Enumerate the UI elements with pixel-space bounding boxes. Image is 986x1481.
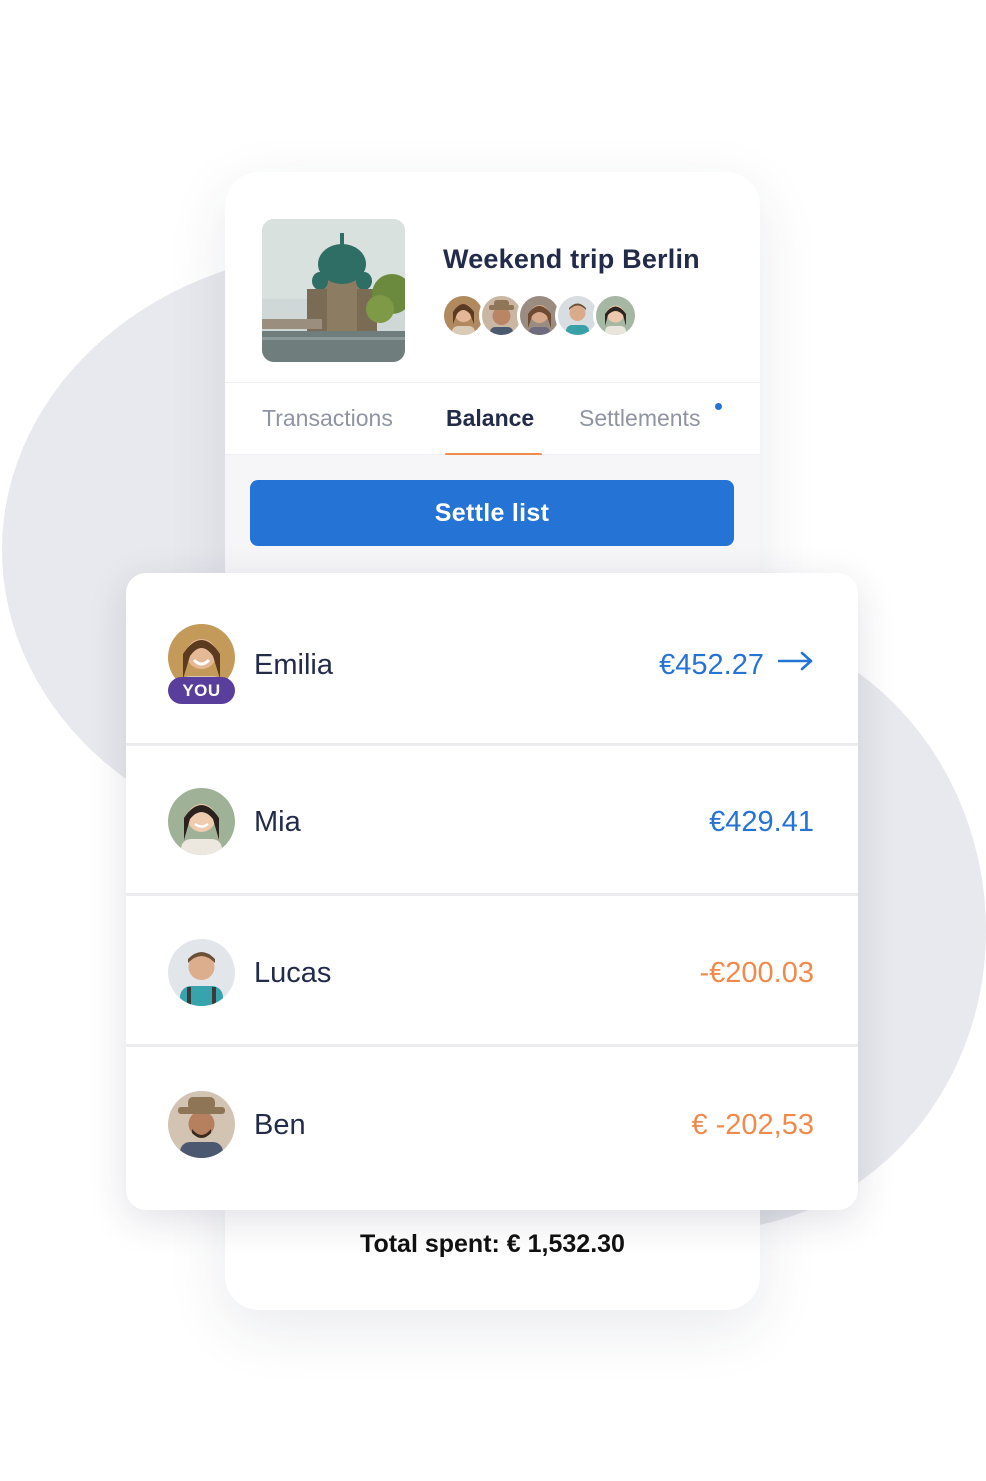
member-avatar — [593, 293, 638, 338]
balance-amount: -€200.03 — [699, 957, 815, 989]
arrow-right-icon[interactable] — [778, 651, 814, 671]
you-badge: YOU — [168, 677, 235, 704]
list-item[interactable]: Mia €429.41 — [126, 746, 858, 893]
tab-transactions[interactable]: Transactions — [262, 405, 393, 432]
member-avatars[interactable] — [441, 293, 661, 339]
balance-amount: €429.41 — [709, 806, 814, 838]
avatar — [168, 1091, 235, 1158]
member-name: Emilia — [254, 649, 333, 681]
total-spent: Total spent: € 1,532.30 — [360, 1230, 625, 1258]
tab-bar: Transactions Balance Settlements — [225, 382, 760, 456]
tab-balance[interactable]: Balance — [446, 405, 534, 432]
trip-cover-image — [262, 219, 405, 362]
member-name: Ben — [254, 1109, 306, 1141]
trip-title: Weekend trip Berlin — [443, 244, 700, 274]
list-item[interactable]: YOU Emilia €452.27 — [126, 573, 858, 743]
list-item[interactable]: Ben € -202,53 — [126, 1047, 858, 1210]
tab-settlements[interactable]: Settlements — [579, 405, 700, 432]
list-item[interactable]: Lucas -€200.03 — [126, 896, 858, 1044]
member-name: Mia — [254, 806, 301, 838]
avatar — [168, 939, 235, 1006]
balance-list: YOU Emilia €452.27 Mia €429.41 Lucas -€2… — [126, 573, 858, 1210]
settle-list-button[interactable]: Settle list — [250, 480, 734, 546]
balance-amount: € -202,53 — [691, 1109, 814, 1141]
notification-dot — [715, 403, 722, 410]
balance-amount: €452.27 — [659, 649, 764, 681]
member-name: Lucas — [254, 957, 332, 989]
avatar — [168, 788, 235, 855]
